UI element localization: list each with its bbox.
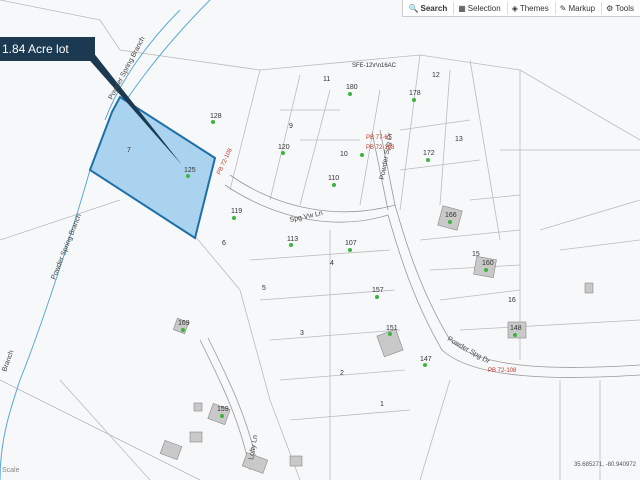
lot-label: 128 xyxy=(210,113,222,120)
plat-label: PB 72-108 xyxy=(366,145,395,151)
parcel-label: 3 xyxy=(300,330,304,337)
parcel-label: 2 xyxy=(340,370,344,377)
parcel-label: 6 xyxy=(222,240,226,247)
parcel-label: 16 xyxy=(508,297,516,304)
road-label-powder-spring-branch-2: Powder Spring Branch xyxy=(50,213,83,281)
lot-label: 147 xyxy=(420,356,432,363)
parcel-map[interactable]: 128 120 125 119 113 110 107 157 151 147 … xyxy=(0,0,640,481)
callout-label: 1.84 Acre lot xyxy=(2,42,69,56)
lot-label: 110 xyxy=(328,175,339,182)
tools-icon: ⚙ xyxy=(606,3,614,13)
road-label-powder-spring-branch: Powder Spring Branch xyxy=(108,36,147,101)
search-icon: 🔍 xyxy=(408,3,419,13)
plat-label: PB 77-61 xyxy=(366,135,392,141)
lot-label: 120 xyxy=(278,144,290,151)
lot-label: 148 xyxy=(510,325,522,332)
lot-label: 180 xyxy=(346,84,358,91)
parcel-label: 13 xyxy=(455,136,463,143)
parcel-label: 11 xyxy=(323,76,330,83)
scale-credit: Scale xyxy=(2,467,20,474)
parcel-label: 4 xyxy=(330,260,334,267)
themes-button[interactable]: ◈ Themes xyxy=(506,1,553,15)
lot-label: 169 xyxy=(178,320,190,327)
road-label-branch: Branch xyxy=(1,349,15,372)
parcel-label: 5 xyxy=(262,285,266,292)
lot-label: 178 xyxy=(409,90,421,97)
lot-label: 119 xyxy=(231,208,242,215)
parcel-label: 12 xyxy=(432,72,440,79)
road-label-powder-spg-dr-2: Powder Spg Dr xyxy=(446,336,491,366)
parcel-label: 10 xyxy=(340,151,348,158)
lot-label: 172 xyxy=(423,150,435,157)
layers-icon: ◈ xyxy=(511,3,518,13)
plat-label: PB 72-108 xyxy=(216,147,234,176)
highlighted-lot[interactable] xyxy=(88,95,217,240)
parcel-label: 1 xyxy=(380,401,384,408)
plat-label: PB 72-108 xyxy=(488,368,517,374)
lot-label: 160 xyxy=(482,260,494,267)
selection-button[interactable]: ▦ Selection xyxy=(453,1,504,15)
lot-label: 107 xyxy=(345,240,357,247)
pencil-icon: ✎ xyxy=(559,3,567,13)
map-toolbar: 🔍 Search ▦ Selection ◈ Themes ✎ Markup ⚙ Tool… xyxy=(401,0,640,17)
map-canvas[interactable]: 128 120 125 119 113 110 107 157 151 147 … xyxy=(0,0,640,481)
lot-markers xyxy=(181,92,517,418)
tools-button[interactable]: ⚙ Tools xyxy=(601,1,638,15)
lot-label: 166 xyxy=(445,212,457,219)
parcel-label: 7 xyxy=(127,147,131,154)
lot-label: 159 xyxy=(217,406,229,413)
selection-icon: ▦ xyxy=(458,3,466,13)
markup-button[interactable]: ✎ Markup xyxy=(554,1,599,15)
search-button[interactable]: 🔍 Search xyxy=(405,2,452,15)
lot-label: 113 xyxy=(287,236,298,243)
acre-callout: 1.84 Acre lot xyxy=(0,37,95,61)
coordinate-readout: 35.685271, -80.940972 xyxy=(573,462,636,468)
lot-labels: 128 120 125 119 113 110 107 157 151 147 … xyxy=(127,72,522,413)
parcel-label: 9 xyxy=(289,123,293,130)
plat-label-sfe: SFE-12\r\n16AC xyxy=(352,63,397,69)
lot-label: 125 xyxy=(184,167,196,174)
road-lines xyxy=(199,129,640,471)
lot-label: 157 xyxy=(372,287,384,294)
road-label-spg-vw-ln: Spg Vw Ln xyxy=(289,210,324,224)
parcel-lines xyxy=(0,0,640,481)
parcel-label: 15 xyxy=(472,251,480,258)
lot-label: 151 xyxy=(386,325,398,332)
